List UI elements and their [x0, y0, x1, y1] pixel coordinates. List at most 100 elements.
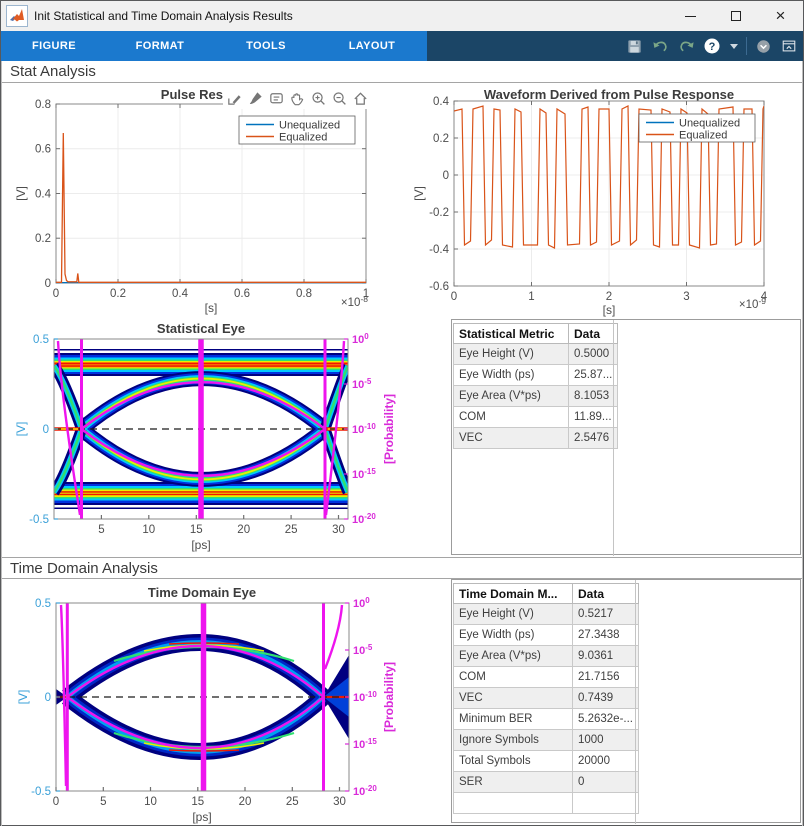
waveform-plot[interactable]: Waveform Derived from Pulse Response 0.4…: [409, 85, 804, 317]
help-button[interactable]: ?: [702, 36, 722, 56]
save-button[interactable]: [624, 36, 644, 56]
help-dropdown-button[interactable]: [728, 36, 740, 56]
svg-text:0: 0: [53, 288, 59, 300]
legend-label-equalized: Equalized: [279, 132, 327, 144]
close-button[interactable]: ×: [758, 1, 803, 31]
y-axis-label: [V]: [14, 422, 28, 437]
redo-button[interactable]: [676, 36, 696, 56]
svg-text:10: 10: [142, 524, 155, 536]
y-tick-labels: 0.5 0 -0.5: [31, 598, 51, 798]
table-row: COM11.89...: [454, 407, 618, 428]
statistical-eye-plot[interactable]: Statistical Eye: [9, 319, 441, 561]
brush-button[interactable]: [246, 89, 265, 108]
zoom-in-button[interactable]: [309, 89, 328, 108]
save-icon: [626, 38, 643, 55]
panel-divider: [613, 320, 614, 556]
time-domain-eye-plot[interactable]: Time Domain Eye 0.5 0: [9, 581, 441, 827]
svg-text:-0.6: -0.6: [429, 281, 449, 293]
table-row: Minimum BER5.2632e-...: [454, 709, 639, 730]
undo-button[interactable]: [650, 36, 670, 56]
y-tick-labels: 0.5 0 -0.5: [29, 334, 49, 526]
dropdown-circle-icon: [756, 39, 771, 54]
quick-access-dropdown-button[interactable]: [753, 36, 773, 56]
svg-text:10-20: 10-20: [353, 784, 377, 798]
matlab-figure-window: { "window": { "title": "Init Statistical…: [0, 0, 804, 826]
table-row: Eye Area (V*ps)9.0361: [454, 646, 639, 667]
x-tick-labels: 0 0.2 0.4 0.6 0.8 1: [53, 288, 369, 300]
y-tick-labels: 0.4 0.2 0 -0.2 -0.4 -0.6: [429, 96, 449, 293]
stat-metrics-panel: Statistical Metric Data Eye Height (V)0.…: [451, 319, 801, 555]
svg-text:10-15: 10-15: [352, 467, 376, 481]
svg-text:10-15: 10-15: [353, 737, 377, 751]
window-title: Init Statistical and Time Domain Analysi…: [34, 9, 293, 23]
tab-figure[interactable]: FIGURE: [1, 31, 107, 61]
y-axis-label: [V]: [14, 186, 28, 201]
legend[interactable]: Unequalized Equalized: [239, 116, 355, 144]
table-row: Eye Height (V)0.5000: [454, 344, 618, 365]
table-header-row: Time Domain M... Data: [454, 584, 639, 604]
panel-divider: [635, 580, 636, 824]
svg-text:1: 1: [528, 291, 534, 303]
svg-text:0.8: 0.8: [296, 288, 312, 300]
svg-text:3: 3: [683, 291, 689, 303]
titlebar: Init Statistical and Time Domain Analysi…: [1, 1, 803, 31]
x-axis-label: [s]: [205, 301, 218, 315]
tab-format[interactable]: FORMAT: [107, 31, 213, 61]
svg-text:2: 2: [606, 291, 612, 303]
svg-text:-0.5: -0.5: [29, 514, 49, 526]
maximize-button[interactable]: [713, 1, 758, 31]
ribbon-toolbar: FIGURE FORMAT TOOLS LAYOUT: [1, 31, 803, 61]
probability-axis-label: [Probability]: [382, 662, 396, 732]
y-axis-label: [V]: [412, 186, 426, 201]
svg-text:0.4: 0.4: [172, 288, 189, 300]
tab-layout[interactable]: LAYOUT: [319, 31, 425, 61]
svg-text:0.6: 0.6: [234, 288, 250, 300]
close-icon: ×: [776, 6, 786, 26]
svg-text:15: 15: [190, 524, 203, 536]
minimize-button[interactable]: [668, 1, 713, 31]
datatip-button[interactable]: [267, 89, 286, 108]
svg-text:100: 100: [353, 596, 370, 610]
svg-text:25: 25: [286, 796, 299, 808]
minimize-ribbon-button[interactable]: [779, 36, 799, 56]
stat-metric-header: Statistical Metric: [454, 324, 569, 344]
x-axis-label: [ps]: [191, 538, 210, 552]
export-button[interactable]: [225, 89, 244, 108]
svg-text:20: 20: [237, 524, 250, 536]
export-icon: [226, 90, 243, 107]
table-row: VEC2.5476: [454, 428, 618, 449]
x-axis-label: [ps]: [192, 810, 211, 824]
undo-icon: [652, 38, 669, 55]
svg-text:0.5: 0.5: [33, 334, 49, 346]
zoom-out-button[interactable]: [330, 89, 349, 108]
tab-tools[interactable]: TOOLS: [213, 31, 319, 61]
probability-tick-labels: 100 10-5 10-10 10-15 10-20: [353, 596, 377, 798]
svg-text:20: 20: [239, 796, 252, 808]
svg-text:0.6: 0.6: [35, 144, 51, 156]
pan-icon: [289, 90, 306, 107]
x-tick-labels: 5 10 15 20 25 30: [98, 524, 345, 536]
pulse-series: [56, 133, 366, 283]
table-row: Eye Width (ps)25.87...: [454, 365, 618, 386]
matlab-logo-icon[interactable]: [6, 5, 28, 27]
svg-text:0.2: 0.2: [35, 233, 51, 245]
y-axis-label: [V]: [16, 690, 30, 705]
minimize-ribbon-icon: [781, 38, 797, 54]
time-domain-metrics-panel: Time Domain M... Data Eye Height (V)0.52…: [451, 579, 801, 823]
table-row: Eye Width (ps)27.3438: [454, 625, 639, 646]
svg-text:10: 10: [144, 796, 157, 808]
pan-button[interactable]: [288, 89, 307, 108]
zoom-in-icon: [310, 90, 327, 107]
svg-text:0.5: 0.5: [35, 598, 51, 610]
ribbon-quick-actions: ?: [624, 31, 799, 61]
table-row: Total Symbols20000: [454, 751, 639, 772]
svg-text:0: 0: [451, 291, 457, 303]
axes-toolbar: [223, 87, 372, 109]
x-axis-multiplier: ×10-9: [739, 296, 766, 311]
legend[interactable]: Unequalized Equalized: [639, 114, 755, 142]
pulse-response-plot[interactable]: Pulse Response 0.8 0.6 0.4 0.2 0 0 0.2 0…: [11, 85, 406, 317]
restore-view-button[interactable]: [351, 89, 370, 108]
svg-text:-0.5: -0.5: [31, 786, 51, 798]
svg-text:5: 5: [98, 524, 104, 536]
svg-text:10-5: 10-5: [353, 643, 373, 657]
